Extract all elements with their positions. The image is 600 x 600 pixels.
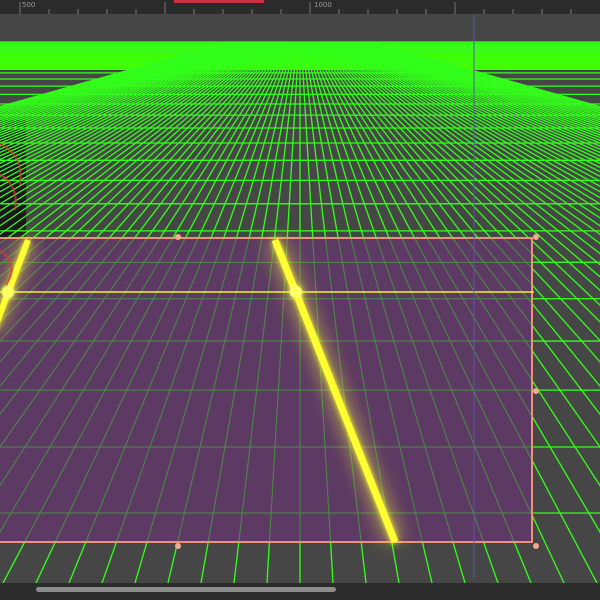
synthwave-scene[interactable] xyxy=(0,15,600,583)
resize-handle-icon xyxy=(175,234,181,240)
ruler-ticks xyxy=(19,2,572,14)
resize-handle-icon xyxy=(175,543,181,549)
resize-handle-icon xyxy=(533,388,539,394)
resize-handle-icon xyxy=(533,543,539,549)
road-intersection-glow xyxy=(290,286,302,298)
horizontal-scrollbar[interactable] xyxy=(0,583,600,600)
editor-canvas[interactable] xyxy=(0,15,600,583)
resize-handle-icon xyxy=(533,234,539,240)
ruler-label-500: 500 xyxy=(22,1,36,9)
scrollbar-thumb[interactable] xyxy=(36,587,336,592)
top-ruler[interactable]: 500 1000 xyxy=(0,0,600,15)
ruler-label-1000: 1000 xyxy=(314,1,332,9)
